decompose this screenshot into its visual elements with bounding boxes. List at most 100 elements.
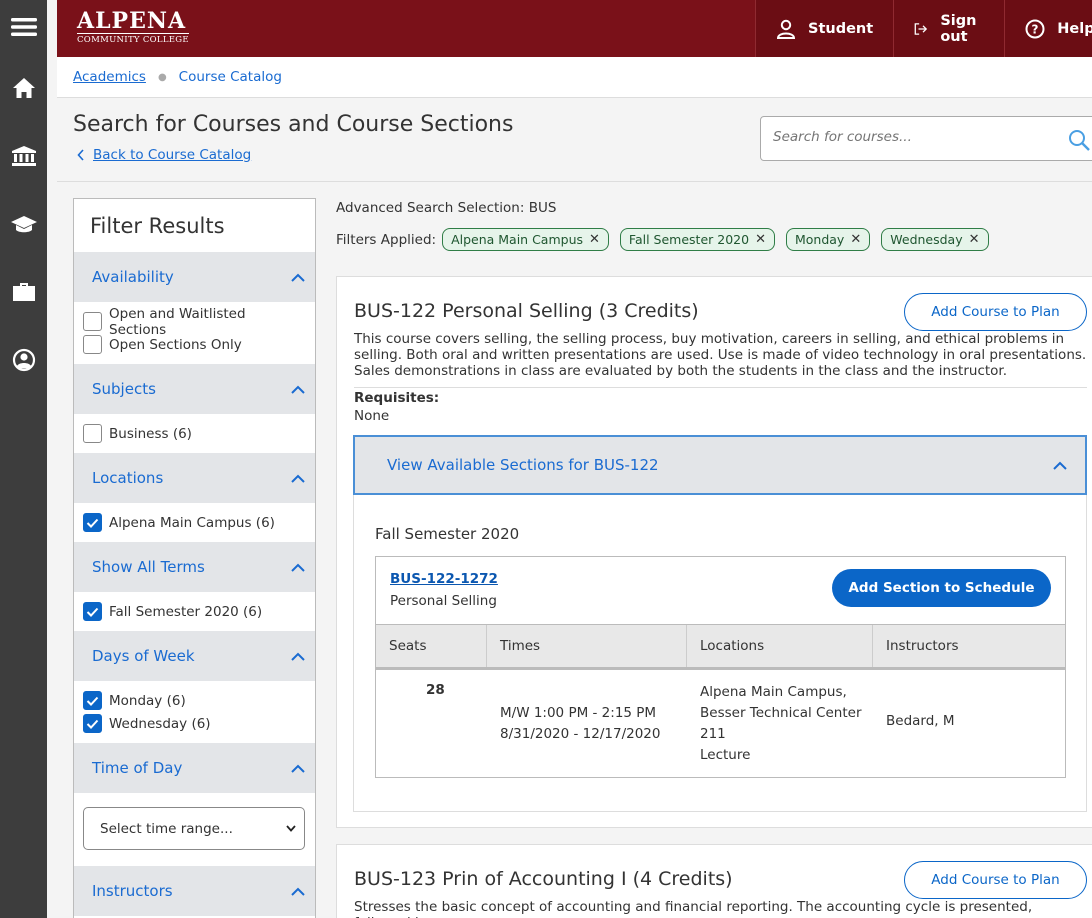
student-menu-button[interactable]: Student (755, 0, 894, 57)
section-table-header: Seats Times Locations Instructors (376, 624, 1065, 670)
filter-terms-label: Show All Terms (92, 558, 205, 576)
chevron-up-icon (1053, 461, 1067, 470)
filter-time-header[interactable]: Time of Day (74, 743, 315, 793)
chevron-up-icon (291, 887, 305, 896)
column-header: Instructors (886, 638, 959, 654)
checkbox-checked[interactable] (83, 691, 102, 710)
check-icon (86, 518, 99, 528)
view-sections-toggle[interactable]: View Available Sections for BUS-122 (353, 435, 1087, 495)
filter-option[interactable]: Business (6) (83, 422, 307, 445)
location-type: Lecture (700, 747, 751, 763)
filter-subjects-header[interactable]: Subjects (74, 364, 315, 414)
filter-option[interactable]: Monday (6) (83, 689, 307, 712)
filter-option[interactable]: Fall Semester 2020 (6) (83, 600, 307, 623)
breadcrumb: Academics ● Course Catalog (57, 57, 1092, 98)
institution-icon (11, 146, 36, 166)
breadcrumb-course-catalog[interactable]: Course Catalog (179, 69, 282, 85)
checkbox[interactable] (83, 424, 102, 443)
checkbox-checked[interactable] (83, 513, 102, 532)
filter-locations-header[interactable]: Locations (74, 453, 315, 503)
filter-option-label: Fall Semester 2020 (6) (109, 603, 263, 620)
add-section-to-schedule-button[interactable]: Add Section to Schedule (832, 569, 1051, 607)
filter-option[interactable]: Wednesday (6) (83, 712, 307, 735)
filter-chip[interactable]: Fall Semester 2020 ✕ (619, 228, 775, 251)
finance-button[interactable] (0, 258, 47, 326)
view-sections-label: View Available Sections for BUS-122 (387, 456, 659, 474)
page-title: Search for Courses and Course Sections (73, 112, 514, 137)
left-rail (0, 0, 47, 918)
close-icon[interactable]: ✕ (589, 232, 600, 247)
filter-instructors-header[interactable]: Instructors (74, 866, 315, 916)
filter-availability-label: Availability (92, 268, 174, 286)
filter-days-header[interactable]: Days of Week (74, 631, 315, 681)
graduation-cap-icon (10, 216, 37, 233)
sign-out-button[interactable]: Sign out (893, 0, 1005, 57)
term-heading: Fall Semester 2020 (375, 525, 520, 543)
filter-option[interactable]: Open and Waitlisted Sections (83, 306, 307, 338)
back-to-catalog-link[interactable]: Back to Course Catalog (77, 147, 251, 163)
close-icon[interactable]: ✕ (755, 232, 766, 247)
location-building: Besser Technical Center (700, 705, 862, 721)
checkbox-checked[interactable] (83, 602, 102, 621)
filter-chip[interactable]: Wednesday ✕ (881, 228, 989, 251)
column-header: Locations (687, 625, 873, 667)
menu-button[interactable] (0, 0, 47, 54)
time-range-select[interactable]: Select time range... (83, 807, 305, 850)
academics-button[interactable] (0, 122, 47, 190)
logo-title: ALPENA (77, 8, 187, 34)
course-description: Stresses the basic concept of accounting… (354, 899, 1033, 918)
add-course-to-plan-button[interactable]: Add Course to Plan (904, 293, 1087, 331)
profile-button[interactable] (0, 326, 47, 394)
course-title: BUS-122 Personal Selling (3 Credits) (354, 300, 699, 322)
briefcase-icon (12, 283, 35, 301)
section-box: BUS-122-1272 Personal Selling Add Sectio… (375, 556, 1066, 778)
section-code-link[interactable]: BUS-122-1272 (390, 571, 498, 587)
checkbox[interactable] (83, 335, 102, 354)
checkbox[interactable] (83, 312, 102, 331)
filter-option-label: Wednesday (6) (109, 715, 211, 732)
chevron-up-icon (291, 385, 305, 394)
search-icon[interactable] (1067, 128, 1091, 152)
filter-chip[interactable]: Monday ✕ (785, 228, 871, 251)
location-room: 211 (700, 726, 726, 742)
search-input[interactable] (773, 129, 1053, 145)
check-icon (86, 719, 99, 729)
filters-applied: Filters Applied: Alpena Main Campus ✕ Fal… (336, 228, 1000, 251)
filter-chip[interactable]: Alpena Main Campus ✕ (442, 228, 609, 251)
menu-icon (10, 18, 37, 36)
chevron-up-icon (291, 652, 305, 661)
time-range-value: Select time range... (100, 820, 233, 837)
svg-text:?: ? (1032, 22, 1039, 36)
filter-results-title: Filter Results (90, 213, 225, 238)
breadcrumb-academics[interactable]: Academics (73, 69, 146, 85)
filter-locations-body: Alpena Main Campus (6) (74, 503, 315, 542)
locations-cell: Alpena Main Campus, Besser Technical Cen… (700, 682, 862, 766)
divider (354, 387, 1087, 388)
filter-option[interactable]: Alpena Main Campus (6) (83, 511, 307, 534)
courses-button[interactable] (0, 190, 47, 258)
meeting-dates: 8/31/2020 - 12/17/2020 (500, 726, 661, 742)
advanced-search-selection: Advanced Search Selection: BUS (336, 200, 557, 216)
home-icon (12, 78, 35, 98)
add-course-to-plan-button[interactable]: Add Course to Plan (904, 861, 1087, 899)
requisites-label: Requisites: (354, 390, 440, 406)
filter-chip-label: Alpena Main Campus (451, 232, 584, 247)
help-icon: ? (1025, 19, 1045, 38)
chevron-down-icon (286, 825, 296, 832)
close-icon[interactable]: ✕ (850, 232, 861, 247)
close-icon[interactable]: ✕ (969, 232, 980, 247)
course-card: BUS-123 Prin of Accounting I (4 Credits)… (336, 844, 1092, 918)
section-name: Personal Selling (390, 593, 497, 609)
home-button[interactable] (0, 54, 47, 122)
breadcrumb-separator: ● (157, 71, 167, 83)
college-logo[interactable]: ALPENA COMMUNITY COLLEGE (77, 9, 189, 45)
user-icon (776, 19, 796, 39)
chevron-up-icon (291, 563, 305, 572)
checkbox-checked[interactable] (83, 714, 102, 733)
course-card: BUS-122 Personal Selling (3 Credits) Add… (336, 276, 1092, 828)
filter-availability-header[interactable]: Availability (74, 252, 315, 302)
filter-terms-header[interactable]: Show All Terms (74, 542, 315, 592)
filter-days-body: Monday (6) Wednesday (6) (74, 681, 315, 743)
user-circle-icon (12, 348, 35, 372)
help-button[interactable]: ? Help (1004, 0, 1092, 57)
